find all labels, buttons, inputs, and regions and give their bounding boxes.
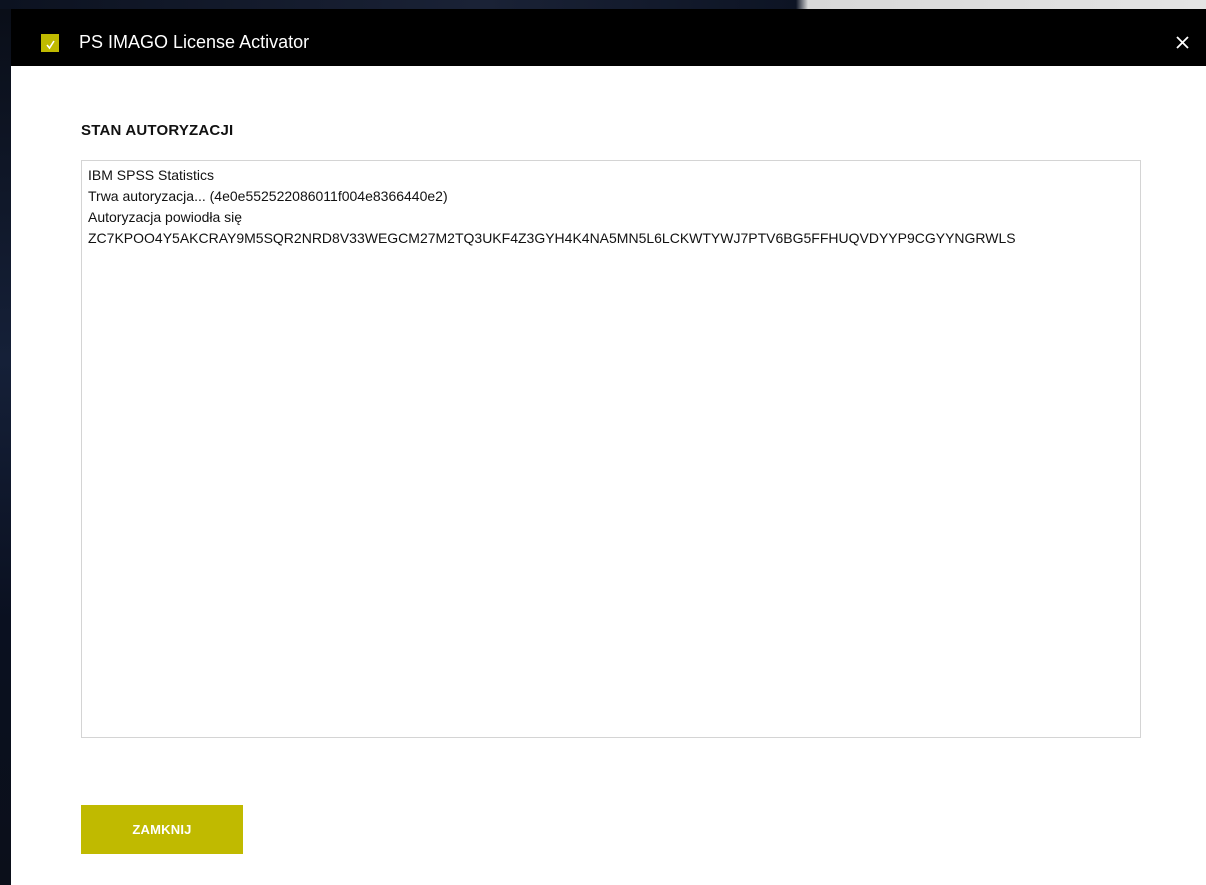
license-code-line: ZC7KPOO4Y5AKCRAY9M5SQR2NRD8V33WEGCM27M2T…	[88, 230, 1016, 246]
ps-imago-logo-icon	[41, 34, 59, 52]
desktop-background-top	[0, 0, 1206, 9]
window-title: PS IMAGO License Activator	[79, 32, 310, 52]
log-line: Autoryzacja powiodła się	[88, 209, 243, 225]
title-bar[interactable]: PS IMAGO License Activator	[11, 9, 1206, 66]
status-log-textarea[interactable]: IBM SPSS Statistics Trwa autoryzacja... …	[81, 160, 1141, 738]
close-icon	[1176, 36, 1189, 49]
window-close-button[interactable]	[1168, 27, 1198, 57]
section-title: STAN AUTORYZACJI	[81, 122, 234, 139]
log-line: Trwa autoryzacja... (4e0e552522086011f00…	[88, 188, 448, 204]
log-line: IBM SPSS Statistics	[88, 167, 215, 183]
desktop-background-left	[0, 9, 11, 885]
close-button[interactable]: ZAMKNIJ	[81, 805, 243, 854]
license-activator-window: PS IMAGO License Activator STAN AUTORYZA…	[11, 9, 1206, 885]
